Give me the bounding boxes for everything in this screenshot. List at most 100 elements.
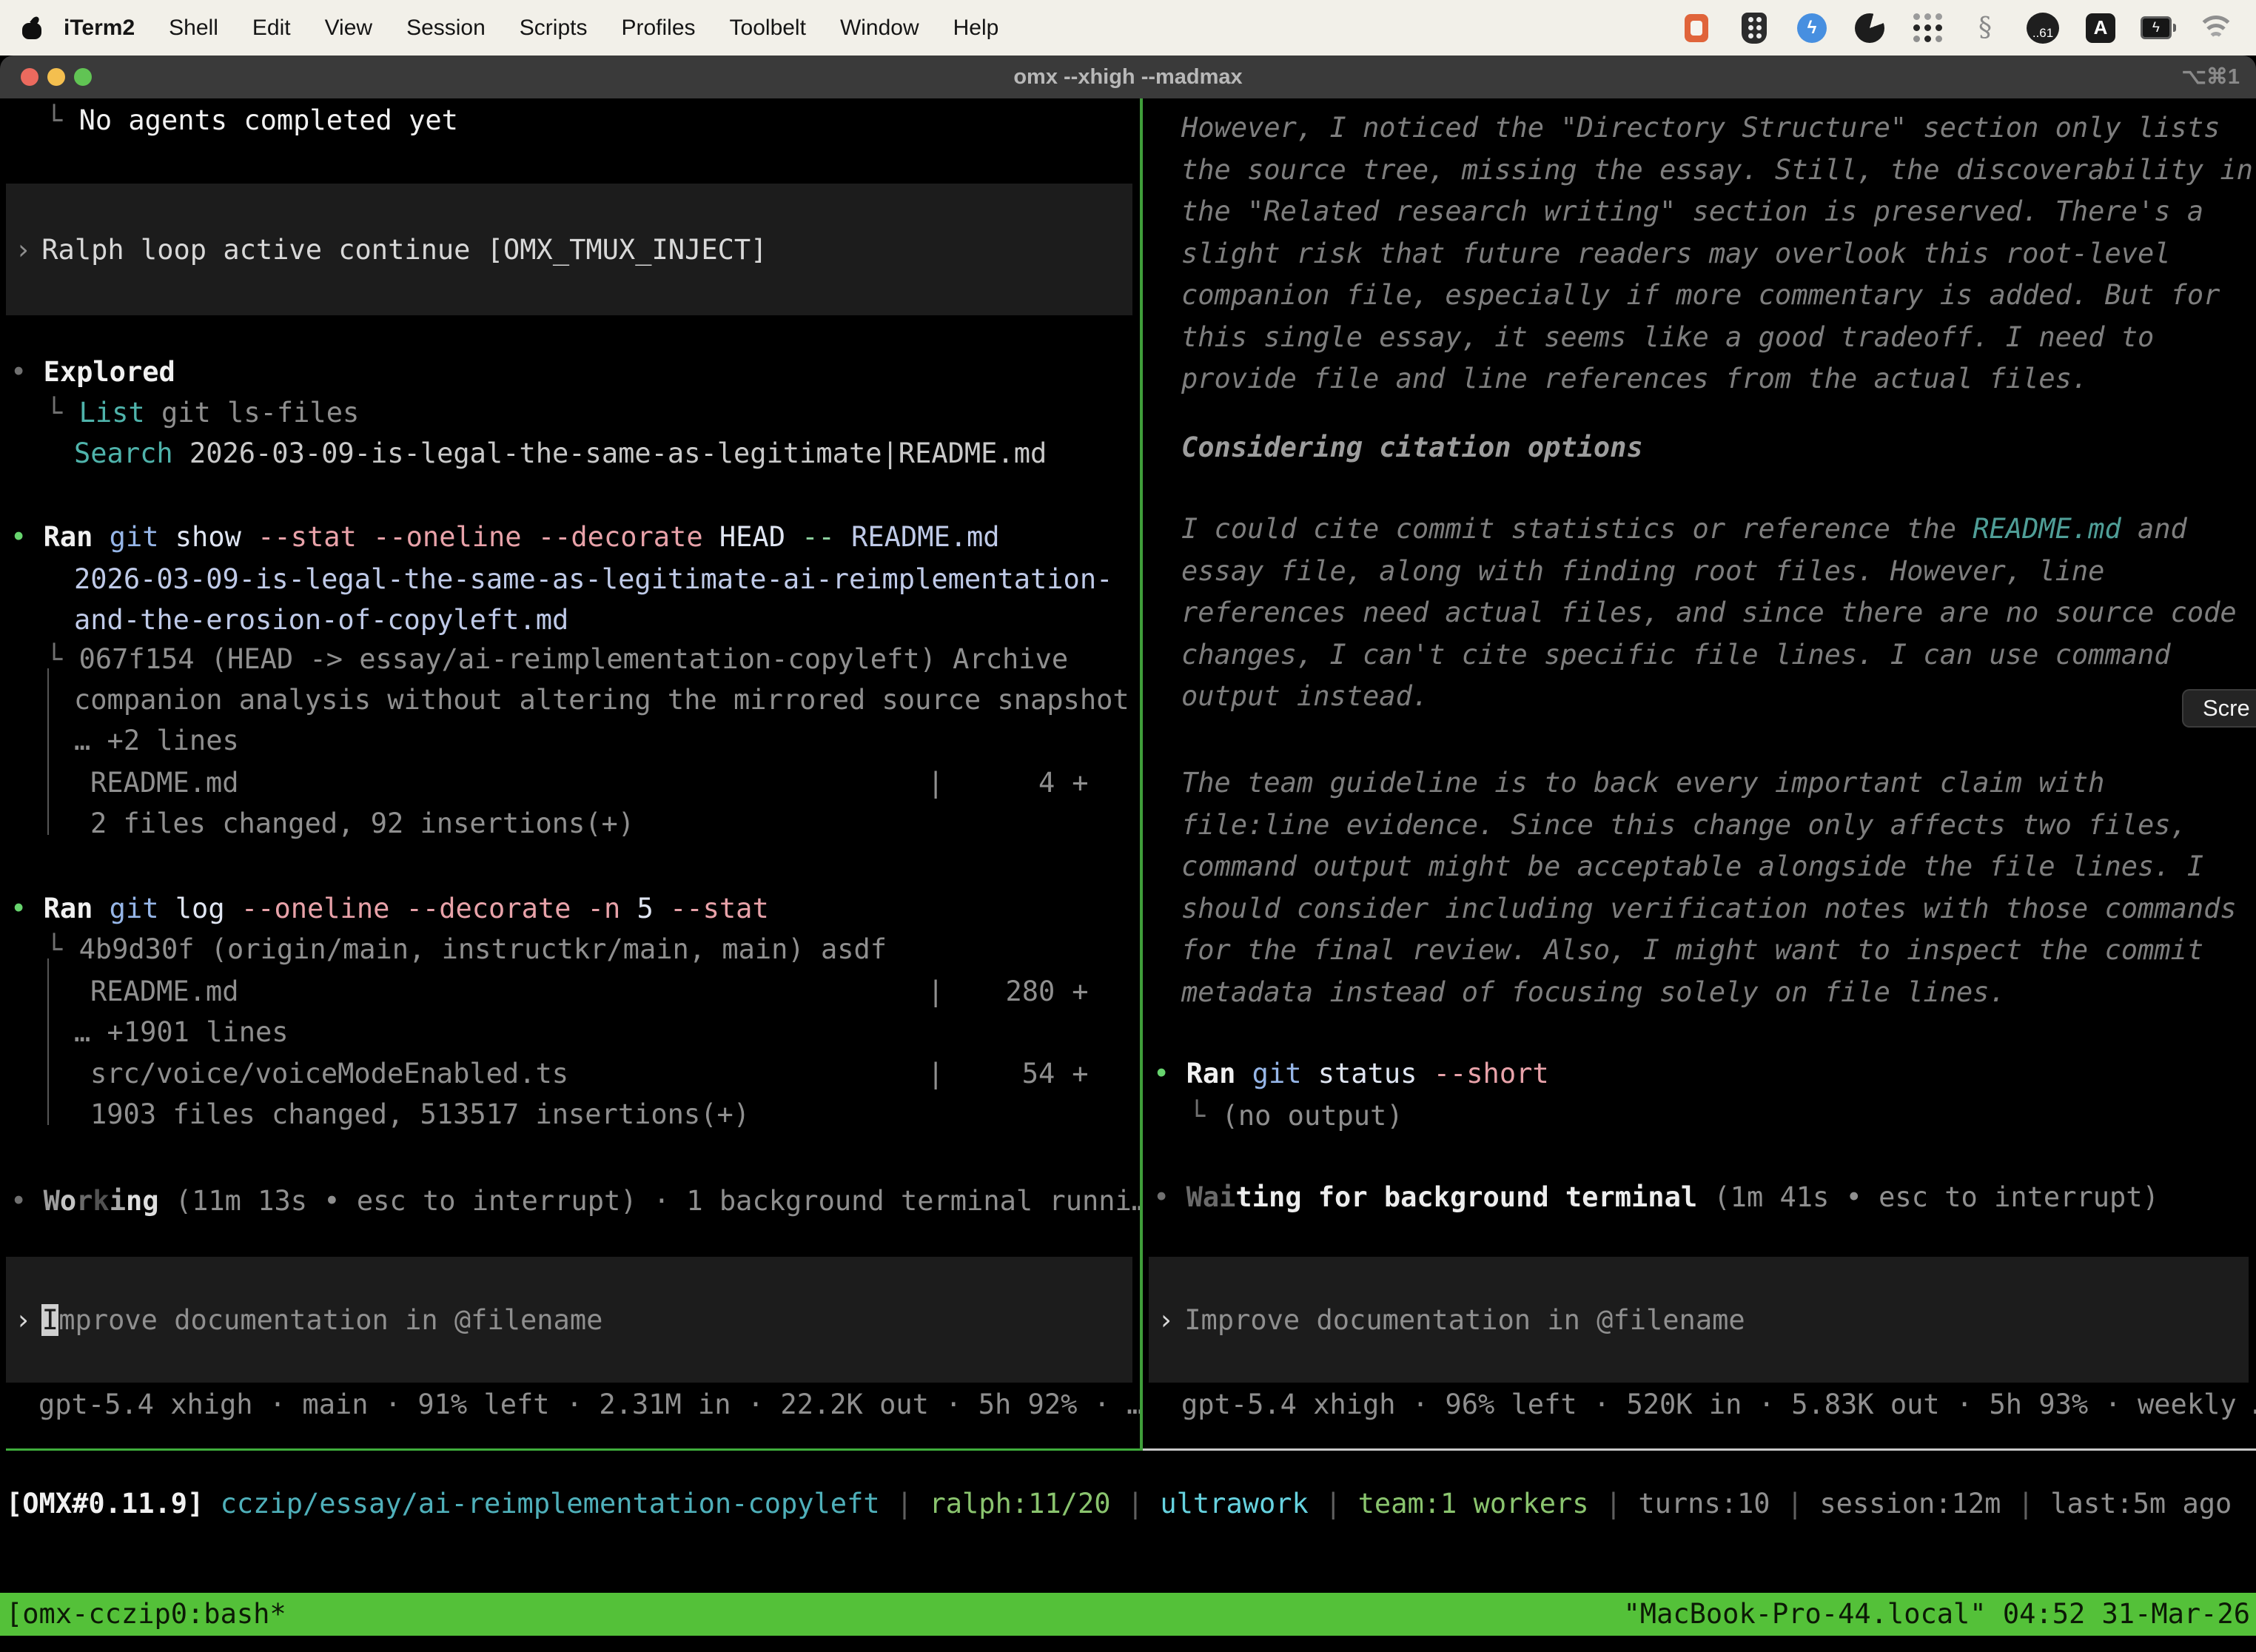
reasoning-paragraph: However, I noticed the "Directory Struct… <box>1181 107 2253 400</box>
prompt-input[interactable]: › Improve documentation in @filename <box>1149 1257 2249 1383</box>
text-segment: team:1 workers <box>1358 1488 1589 1520</box>
recording-outer <box>1685 14 1708 42</box>
text-segment: last:5m ago <box>2050 1488 2232 1520</box>
text-segment: └ <box>46 643 79 675</box>
explored-search: Search 2026-03-09-is-legal-the-same-as-l… <box>74 433 1047 474</box>
stat-part: + <box>1072 1058 1088 1089</box>
badge-61-icon[interactable]: ..61 <box>2025 7 2061 49</box>
screenshot-tooltip[interactable]: Scre <box>2182 689 2256 728</box>
stat-part: | <box>927 767 944 799</box>
indent-guide <box>47 958 49 1125</box>
text-segment: The team guideline is to back every impo… <box>1181 767 2237 1008</box>
menu-item-toolbelt[interactable]: Toolbelt <box>730 16 806 41</box>
battery-icon[interactable]: ϟ <box>2141 7 2176 49</box>
text-segment <box>93 893 109 924</box>
text-segment: 4b9d30f (origin/main, instructkr/main, m… <box>79 933 887 965</box>
text-segment: └ <box>1189 1100 1222 1132</box>
text-segment: W <box>44 1185 60 1217</box>
text-segment: 2 files changed, 92 insertions(+) <box>90 807 634 839</box>
text-segment: ultrawork <box>1160 1488 1308 1520</box>
text-segment: git <box>110 893 159 924</box>
text-segment: log <box>159 893 241 924</box>
menu-item-scripts[interactable]: Scripts <box>520 16 588 41</box>
text-segment: … +2 lines <box>74 725 239 756</box>
menu-item-window[interactable]: Window <box>840 16 919 41</box>
stat-file: README.md <box>90 767 238 799</box>
text-segment: cczip/essay/ai-reimplementation-copyleft <box>221 1488 880 1520</box>
text-segment: ralph:11/20 <box>929 1488 1110 1520</box>
battery-bolt: ϟ <box>2152 21 2160 35</box>
menu-item-shell[interactable]: Shell <box>169 16 218 41</box>
stat-count: |54+ <box>927 1053 1089 1095</box>
text-segment: o <box>60 1185 76 1217</box>
stat-part: 4 <box>944 762 1072 804</box>
menu-item-help[interactable]: Help <box>953 16 999 41</box>
prompt-caret: › <box>15 234 31 266</box>
text-segment: 1903 files changed, 513517 insertions(+) <box>90 1098 750 1130</box>
working-status: • Working (11m 13s • esc to interrupt) ·… <box>10 1181 1140 1222</box>
text-segment: (1m 41s • esc to interrupt) <box>1697 1181 2159 1213</box>
ran-git-status: • Ran git status --short <box>1153 1053 1549 1095</box>
screen: iTerm2 Shell Edit View Session Scripts Profile… <box>0 0 2256 1652</box>
stat-count: |4+ <box>927 762 1089 804</box>
terminal-pane-left[interactable]: └ No agents completed yet ›Ralph loop act… <box>0 98 1140 1451</box>
menu-item-view[interactable]: View <box>325 16 372 41</box>
text-segment: README.md <box>835 521 1000 553</box>
more-lines-note: … +1901 lines <box>74 1012 289 1053</box>
wifi-arcs <box>2199 16 2233 41</box>
input-text: mprove documentation in @filename <box>58 1304 602 1336</box>
text-segment: i <box>110 1185 126 1217</box>
text-segment: • <box>10 521 44 553</box>
text-segment: • <box>10 356 44 388</box>
stat-part: | <box>927 976 944 1007</box>
text-segment: -- <box>802 521 835 553</box>
squiggle-icon[interactable]: § <box>1967 7 2003 49</box>
prompt-caret: › <box>1158 1304 1174 1336</box>
recording-indicator-icon[interactable] <box>1679 7 1714 49</box>
shield-grid-icon[interactable] <box>1736 7 1772 49</box>
prompt-input[interactable]: ›Improve documentation in @filename <box>6 1257 1132 1383</box>
shield-shape <box>1742 13 1767 44</box>
text-segment <box>93 521 109 553</box>
stat-part: + <box>1072 767 1088 799</box>
menu-item-session[interactable]: Session <box>406 16 486 41</box>
stat-part: | <box>927 1058 944 1089</box>
shield-dots <box>1748 17 1753 22</box>
text-segment: HEAD <box>703 521 802 553</box>
terminal-pane-right[interactable]: However, I noticed the "Directory Struct… <box>1143 98 2256 1451</box>
text-segment: show <box>159 521 258 553</box>
menu-item-edit[interactable]: Edit <box>252 16 291 41</box>
tmux-host-clock: "MacBook-Pro-44.local" 04:52 31-Mar-26 <box>1624 1593 2250 1636</box>
text-segment: └ <box>46 397 79 429</box>
stat-part: + <box>1072 976 1088 1007</box>
text-segment: status <box>1302 1058 1434 1089</box>
text-segment: Ran <box>1186 1058 1236 1089</box>
menu-item-profiles[interactable]: Profiles <box>621 16 695 41</box>
window-shortcut-badge: ⌥⌘1 <box>2181 56 2240 98</box>
text-segment: └ <box>46 104 79 136</box>
menu-item-iterm2[interactable]: iTerm2 <box>64 16 135 41</box>
verified-badge-icon[interactable]: ϟ <box>1794 7 1830 49</box>
omx-status-line: [OMX#0.11.9] cczip/essay/ai-reimplementa… <box>6 1483 2232 1525</box>
stat-file: README.md <box>90 976 238 1007</box>
indent-guide <box>47 668 49 835</box>
text-segment: --oneline --decorate -n <box>241 893 620 924</box>
more-lines-note: … +2 lines <box>74 720 239 762</box>
text-segment: • <box>10 1185 44 1217</box>
no-agents-line: └ No agents completed yet <box>46 100 458 141</box>
dots-grid-icon[interactable] <box>1910 7 1945 49</box>
text-segment: (11m 13s • esc to interrupt) · 1 backgro… <box>159 1185 1140 1217</box>
wifi-icon[interactable] <box>2198 7 2234 49</box>
ralph-loop-input[interactable]: ›Ralph loop active continue [OMX_TMUX_IN… <box>6 184 1132 315</box>
stat-file: src/voice/voiceModeEnabled.ts <box>90 1058 568 1089</box>
input-text: Improve documentation in @filename <box>1184 1304 1745 1336</box>
model-status-line: gpt-5.4 xhigh · main · 91% left · 2.31M … <box>38 1384 1140 1426</box>
reasoning-paragraph: I could cite commit statistics or refere… <box>1181 508 2253 718</box>
tmux-session-label: [omx-cczip0:bash* <box>6 1593 286 1636</box>
input-source-icon[interactable]: A <box>2083 7 2118 49</box>
apple-body <box>22 23 41 39</box>
explored-header: • Explored <box>10 352 175 393</box>
apple-logo-icon[interactable] <box>22 16 41 39</box>
window-title-bar[interactable]: omx --xhigh --madmax ⌥⌘1 <box>0 56 2256 98</box>
pac-circle-icon[interactable] <box>1852 7 1887 49</box>
